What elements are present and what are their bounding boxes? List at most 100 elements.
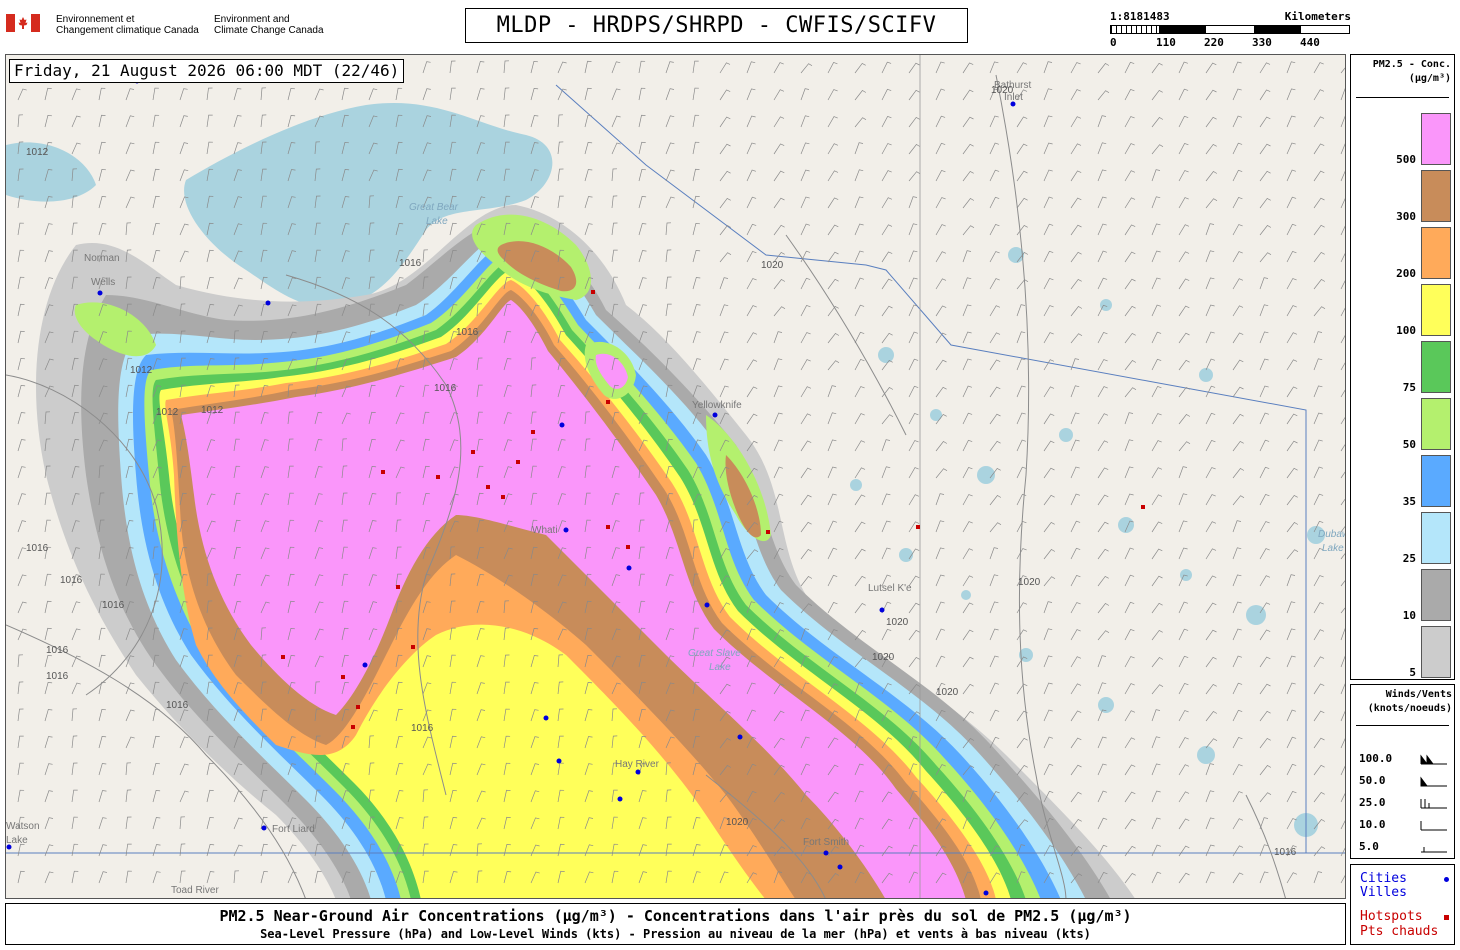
city-marker — [617, 796, 623, 802]
hotspot-marker — [591, 290, 595, 294]
wind-legend-divider — [1356, 725, 1449, 726]
canada-flag-icon — [6, 14, 40, 32]
isobar-label: 1012 — [130, 365, 153, 376]
legend-level-label: 50 — [1402, 438, 1416, 451]
city-marker — [635, 769, 641, 775]
agency-name-fr: Environnement et Changement climatique Ca… — [56, 14, 199, 36]
scale-label: 0 — [1110, 36, 1117, 49]
legend-swatch — [1421, 227, 1451, 279]
isobar-label: 1020 — [761, 260, 784, 271]
hotspot-marker — [501, 495, 505, 499]
legend-level-label: 75 — [1402, 381, 1416, 394]
isobar-label: 1012 — [26, 147, 49, 158]
place-label: Hay River — [615, 759, 659, 770]
legend-swatch — [1421, 626, 1451, 678]
scale-unit: Kilometers — [1284, 10, 1351, 23]
hotspot-marker — [486, 485, 490, 489]
legend-level-label: 5 — [1409, 666, 1416, 679]
hotspot-marker — [411, 645, 415, 649]
agency-name-en: Environment and Climate Change Canada — [214, 14, 324, 36]
map-panel[interactable]: Bathurst Inlet Great Bear Lake Norman We… — [5, 54, 1346, 899]
wind-barb-icon — [1420, 799, 1447, 809]
caption-line-1: PM2.5 Near-Ground Air Concentrations (µg… — [219, 907, 1132, 925]
city-marker — [97, 290, 103, 296]
isobar-label: 1016 — [166, 700, 189, 711]
place-label: Whati — [532, 525, 558, 536]
legend-swatch — [1421, 341, 1451, 393]
hotspot-marker — [516, 460, 520, 464]
water-label: Lake — [709, 662, 731, 673]
wind-legend: Winds/Vents (knots/noeuds) 100.0 50.0 25.… — [1350, 684, 1455, 859]
wind-speed-label: 25.0 — [1359, 796, 1386, 809]
scale-label: 330 — [1252, 36, 1272, 49]
hotspot-marker — [436, 475, 440, 479]
hotspot-marker — [531, 430, 535, 434]
city-marker — [362, 662, 368, 668]
water-label: Lake — [426, 216, 448, 227]
hotspot-marker — [381, 470, 385, 474]
map-canvas[interactable] — [6, 55, 1346, 899]
isobar-label: 1020 — [991, 85, 1014, 96]
legend-level-label: 35 — [1402, 495, 1416, 508]
hotspot-marker — [916, 525, 920, 529]
wind-speed-label: 50.0 — [1359, 774, 1386, 787]
symbols-legend: Cities Villes Hotspots Pts chauds — [1350, 864, 1455, 945]
city-dot-icon — [1444, 877, 1449, 882]
isobar-label: 1016 — [60, 575, 83, 586]
isobar-label: 1016 — [399, 258, 422, 269]
legend-level-label: 100 — [1396, 324, 1416, 337]
city-marker — [556, 758, 562, 764]
city-marker — [559, 422, 565, 428]
wind-barb-icon — [1421, 847, 1447, 853]
scale-label: 220 — [1204, 36, 1224, 49]
legend-level-label: 25 — [1402, 552, 1416, 565]
caption-line-2: Sea-Level Pressure (hPa) and Low-Level W… — [260, 927, 1091, 941]
legend-divider — [1356, 97, 1449, 98]
wind-barb-icon — [1420, 776, 1447, 787]
wind-speed-label: 100.0 — [1359, 752, 1393, 765]
legend-swatch — [1421, 170, 1451, 222]
hotspot-marker — [356, 705, 360, 709]
city-marker — [704, 602, 710, 608]
pm25-legend: PM2.5 - Conc. (µg/m³) 500 300 200 100 75 50 35 2… — [1350, 54, 1455, 680]
pts-chauds-label: Pts chauds — [1360, 924, 1439, 939]
wind-barb-icon — [1420, 754, 1447, 765]
isobar-label: 1012 — [156, 407, 179, 418]
isobar-label: 1020 — [886, 617, 909, 628]
scale-label: 110 — [1156, 36, 1176, 49]
isobar-label: 1016 — [411, 723, 434, 734]
hotspots-label: Hotspots — [1360, 909, 1423, 924]
hotspot-marker — [626, 545, 630, 549]
villes-label: Villes — [1360, 885, 1407, 900]
water-label: Great Bear — [409, 202, 458, 213]
water-label: Lake — [1322, 543, 1344, 554]
legend-title: PM2.5 - Conc. (µg/m³) — [1372, 59, 1451, 84]
city-marker — [543, 715, 549, 721]
legend-level-label: 300 — [1396, 210, 1416, 223]
legend-level-label: 500 — [1396, 153, 1416, 166]
legend-swatch — [1421, 113, 1451, 165]
city-marker — [261, 825, 267, 831]
city-marker — [879, 607, 885, 613]
water-label: Great Slave — [688, 648, 741, 659]
city-marker — [737, 734, 743, 740]
isobar-label: 1016 — [456, 327, 479, 338]
scale-ratio: 1:8181483 — [1110, 10, 1170, 23]
isobar-label: 1016 — [46, 671, 69, 682]
legend-swatch — [1421, 455, 1451, 507]
isobar-label: 1020 — [726, 817, 749, 828]
isobar-label: 1012 — [201, 405, 224, 416]
water-label: Dubawnt — [1318, 529, 1345, 540]
city-marker — [983, 890, 989, 896]
hotspot-square-icon — [1444, 915, 1449, 920]
hotspot-marker — [606, 525, 610, 529]
product-title: MLDP - HRDPS/SHRPD - CWFIS/SCIFV — [465, 8, 968, 43]
city-marker — [265, 300, 271, 306]
isobar-label: 1020 — [936, 687, 959, 698]
place-label: Lutsel K'e — [868, 583, 912, 594]
place-label: Lake — [6, 835, 28, 846]
city-marker — [712, 412, 718, 418]
hotspot-marker — [396, 585, 400, 589]
hotspot-marker — [281, 655, 285, 659]
place-label: Toad River — [171, 885, 219, 896]
